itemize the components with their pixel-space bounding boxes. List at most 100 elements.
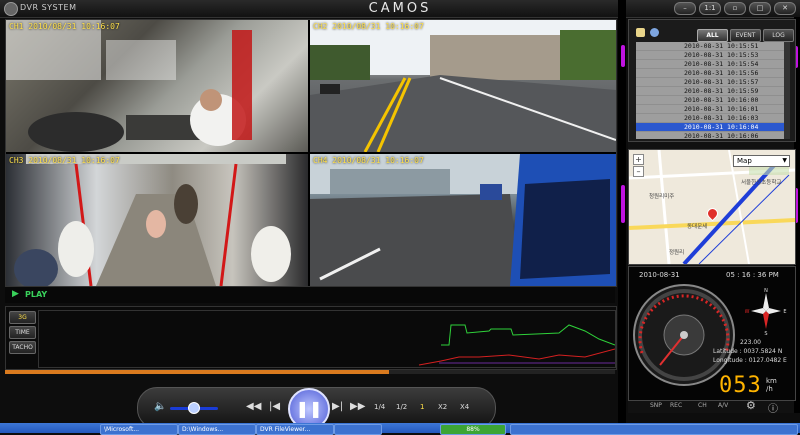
map-label: 동대문세 — [687, 224, 708, 230]
volume-icon[interactable]: 🔈 — [154, 401, 166, 412]
event-row[interactable]: 2010-08-31 10:16:01 — [636, 105, 784, 114]
event-list: 2010-08-31 10:15:51 2010-08-31 10:15:53 20… — [636, 42, 784, 139]
event-list-scrollbar[interactable] — [784, 42, 790, 139]
map-panel[interactable]: + – Map ▼ 서울한성초등학교 청원리미주 동대문세 정원리 — [628, 149, 796, 265]
longitude-value: 0127.0482 E — [748, 357, 787, 364]
longitude-label: Longitude : — [713, 357, 747, 364]
speed-x2-button[interactable]: X2 — [438, 403, 447, 411]
av-button[interactable]: A/V — [718, 402, 728, 409]
collapse-handle-top[interactable] — [621, 45, 625, 67]
title-bar: DVR SYSTEM CAMOS – 1:1 ▫ □ ✕ — [0, 0, 800, 18]
map-zoom-in-button[interactable]: + — [633, 154, 644, 165]
minimize-button[interactable]: – — [674, 2, 696, 15]
event-row[interactable]: 2010-08-31 10:15:56 — [636, 69, 784, 78]
maximize-button[interactable]: □ — [749, 2, 771, 15]
speed-half-button[interactable]: 1/2 — [396, 403, 407, 411]
latitude-row: Latitude : 0037.5824 N — [713, 348, 782, 355]
speed-readout: 053 — [719, 373, 762, 398]
speed-unit: km/h — [766, 377, 777, 393]
taskbar-item[interactable]: \Microsoft... — [100, 424, 178, 435]
system-tray[interactable] — [510, 424, 798, 435]
disk-icon[interactable] — [650, 28, 659, 37]
road-view-side-image — [310, 154, 616, 286]
map-label: 서울한성초등학교 — [741, 180, 782, 186]
tab-log[interactable]: LOG — [763, 29, 794, 42]
gauge-time: 05 : 16 : 36 PM — [726, 271, 779, 279]
gauge-date: 2010-08-31 — [639, 271, 680, 279]
map-label: 정원리 — [669, 250, 685, 256]
record-button[interactable]: REC — [670, 402, 682, 409]
close-button[interactable]: ✕ — [774, 2, 796, 15]
graph-tacho-button[interactable]: TACHO — [9, 341, 36, 354]
camera-label: CH4 2010/08/31 10:16:07 — [313, 156, 424, 165]
compass-s: S — [764, 331, 767, 335]
graph-3g-button[interactable]: 3G — [9, 311, 36, 324]
camera-view-ch2[interactable]: CH2 2010/08/31 10:16:07 — [310, 20, 616, 152]
event-row[interactable]: 2010-08-31 10:15:53 — [636, 51, 784, 60]
camera-view-ch4[interactable]: CH4 2010/08/31 10:16:07 — [310, 154, 616, 286]
timeline-fill — [5, 370, 390, 374]
play-status-icon: ▶ — [12, 289, 19, 299]
event-row[interactable]: 2010-08-31 10:16:00 — [636, 96, 784, 105]
compass-e: E — [783, 309, 786, 315]
camera-label: CH2 2010/08/31 10:16:07 — [313, 22, 424, 31]
folder-icon[interactable] — [636, 28, 645, 37]
gauge-panel: 2010-08-31 05 : 16 : 36 PM N S W E 223.0… — [628, 266, 796, 401]
sensor-graph-panel: 3G TIME TACHO — [5, 306, 617, 370]
video-grid: CH1 2010/08/31 10:16:07 CH2 2010/08/31 1… — [5, 19, 617, 287]
info-sidebar: ALL EVENT LOG 2010-08-31 10:15:51 2010-08… — [628, 19, 796, 415]
speedometer-dial — [633, 284, 735, 386]
speed-quarter-button[interactable]: 1/4 — [374, 403, 385, 411]
sensor-graph — [38, 310, 616, 368]
event-row[interactable]: 2010-08-31 10:16:04 — [636, 123, 784, 132]
speed-normal-button[interactable]: 1 — [420, 403, 424, 411]
fast-forward-button[interactable]: ▶▶ — [350, 401, 365, 412]
map-type-value: Map — [737, 157, 752, 165]
tab-all[interactable]: ALL — [697, 29, 728, 42]
speed-x4-button[interactable]: X4 — [460, 403, 469, 411]
event-row[interactable]: 2010-08-31 10:15:57 — [636, 78, 784, 87]
road-view-front-image — [310, 20, 616, 152]
taskbar-item[interactable] — [334, 424, 382, 435]
step-back-button[interactable]: |◀ — [269, 401, 280, 412]
camera-view-ch1[interactable]: CH1 2010/08/31 10:16:07 — [6, 20, 308, 152]
bus-interior-rear-image — [14, 154, 291, 286]
tab-event[interactable]: EVENT — [730, 29, 761, 42]
event-filter-tabs: ALL EVENT LOG — [697, 29, 794, 42]
map-type-select[interactable]: Map ▼ — [733, 155, 790, 167]
channel-button[interactable]: CH — [698, 402, 707, 409]
info-icon[interactable]: ⓘ — [768, 400, 778, 415]
restore-button[interactable]: ▫ — [724, 2, 746, 15]
rewind-button[interactable]: ◀◀ — [246, 401, 261, 412]
ratio-button[interactable]: 1:1 — [699, 2, 721, 15]
step-forward-button[interactable]: ▶| — [332, 401, 343, 412]
camera-label: CH1 2010/08/31 10:16:07 — [9, 22, 120, 31]
volume-knob[interactable] — [188, 402, 200, 414]
map-label: 청원리미주 — [649, 194, 675, 200]
taskbar-meter[interactable]: 88% — [440, 424, 506, 435]
event-row[interactable]: 2010-08-31 10:16:03 — [636, 114, 784, 123]
collapse-handle-mid[interactable] — [621, 185, 625, 223]
latitude-value: 0037.5824 N — [743, 348, 783, 355]
window-controls: – 1:1 ▫ □ ✕ — [674, 2, 796, 15]
event-row[interactable]: 2010-08-31 10:15:54 — [636, 60, 784, 69]
playback-status-bar: ▶ PLAY — [5, 287, 615, 303]
timeline-progress[interactable] — [5, 370, 615, 374]
taskbar-item[interactable]: D:\Windows... — [178, 424, 256, 435]
map-zoom-out-button[interactable]: – — [633, 166, 644, 177]
event-row[interactable]: 2010-08-31 10:16:06 — [636, 132, 784, 139]
compass-n: N — [764, 288, 768, 294]
speed-unit-top: km — [766, 377, 777, 385]
compass-icon: N S W E — [745, 288, 787, 335]
graph-time-button[interactable]: TIME — [9, 326, 36, 339]
event-row[interactable]: 2010-08-31 10:15:59 — [636, 87, 784, 96]
snapshot-button[interactable]: SNP — [650, 402, 662, 409]
taskbar-item[interactable]: DVR FileViewer... — [256, 424, 334, 435]
heading-value: 223.00 — [740, 339, 761, 346]
settings-icon[interactable]: ⚙ — [746, 399, 756, 412]
event-row[interactable]: 2010-08-31 10:15:51 — [636, 42, 784, 51]
playback-status: PLAY — [25, 290, 48, 299]
os-taskbar: \Microsoft... D:\Windows... DVR FileView… — [0, 423, 800, 435]
latitude-label: Latitude : — [713, 348, 742, 355]
camera-view-ch3[interactable]: CH3 2010/08/31 10:16:07 — [6, 154, 308, 286]
